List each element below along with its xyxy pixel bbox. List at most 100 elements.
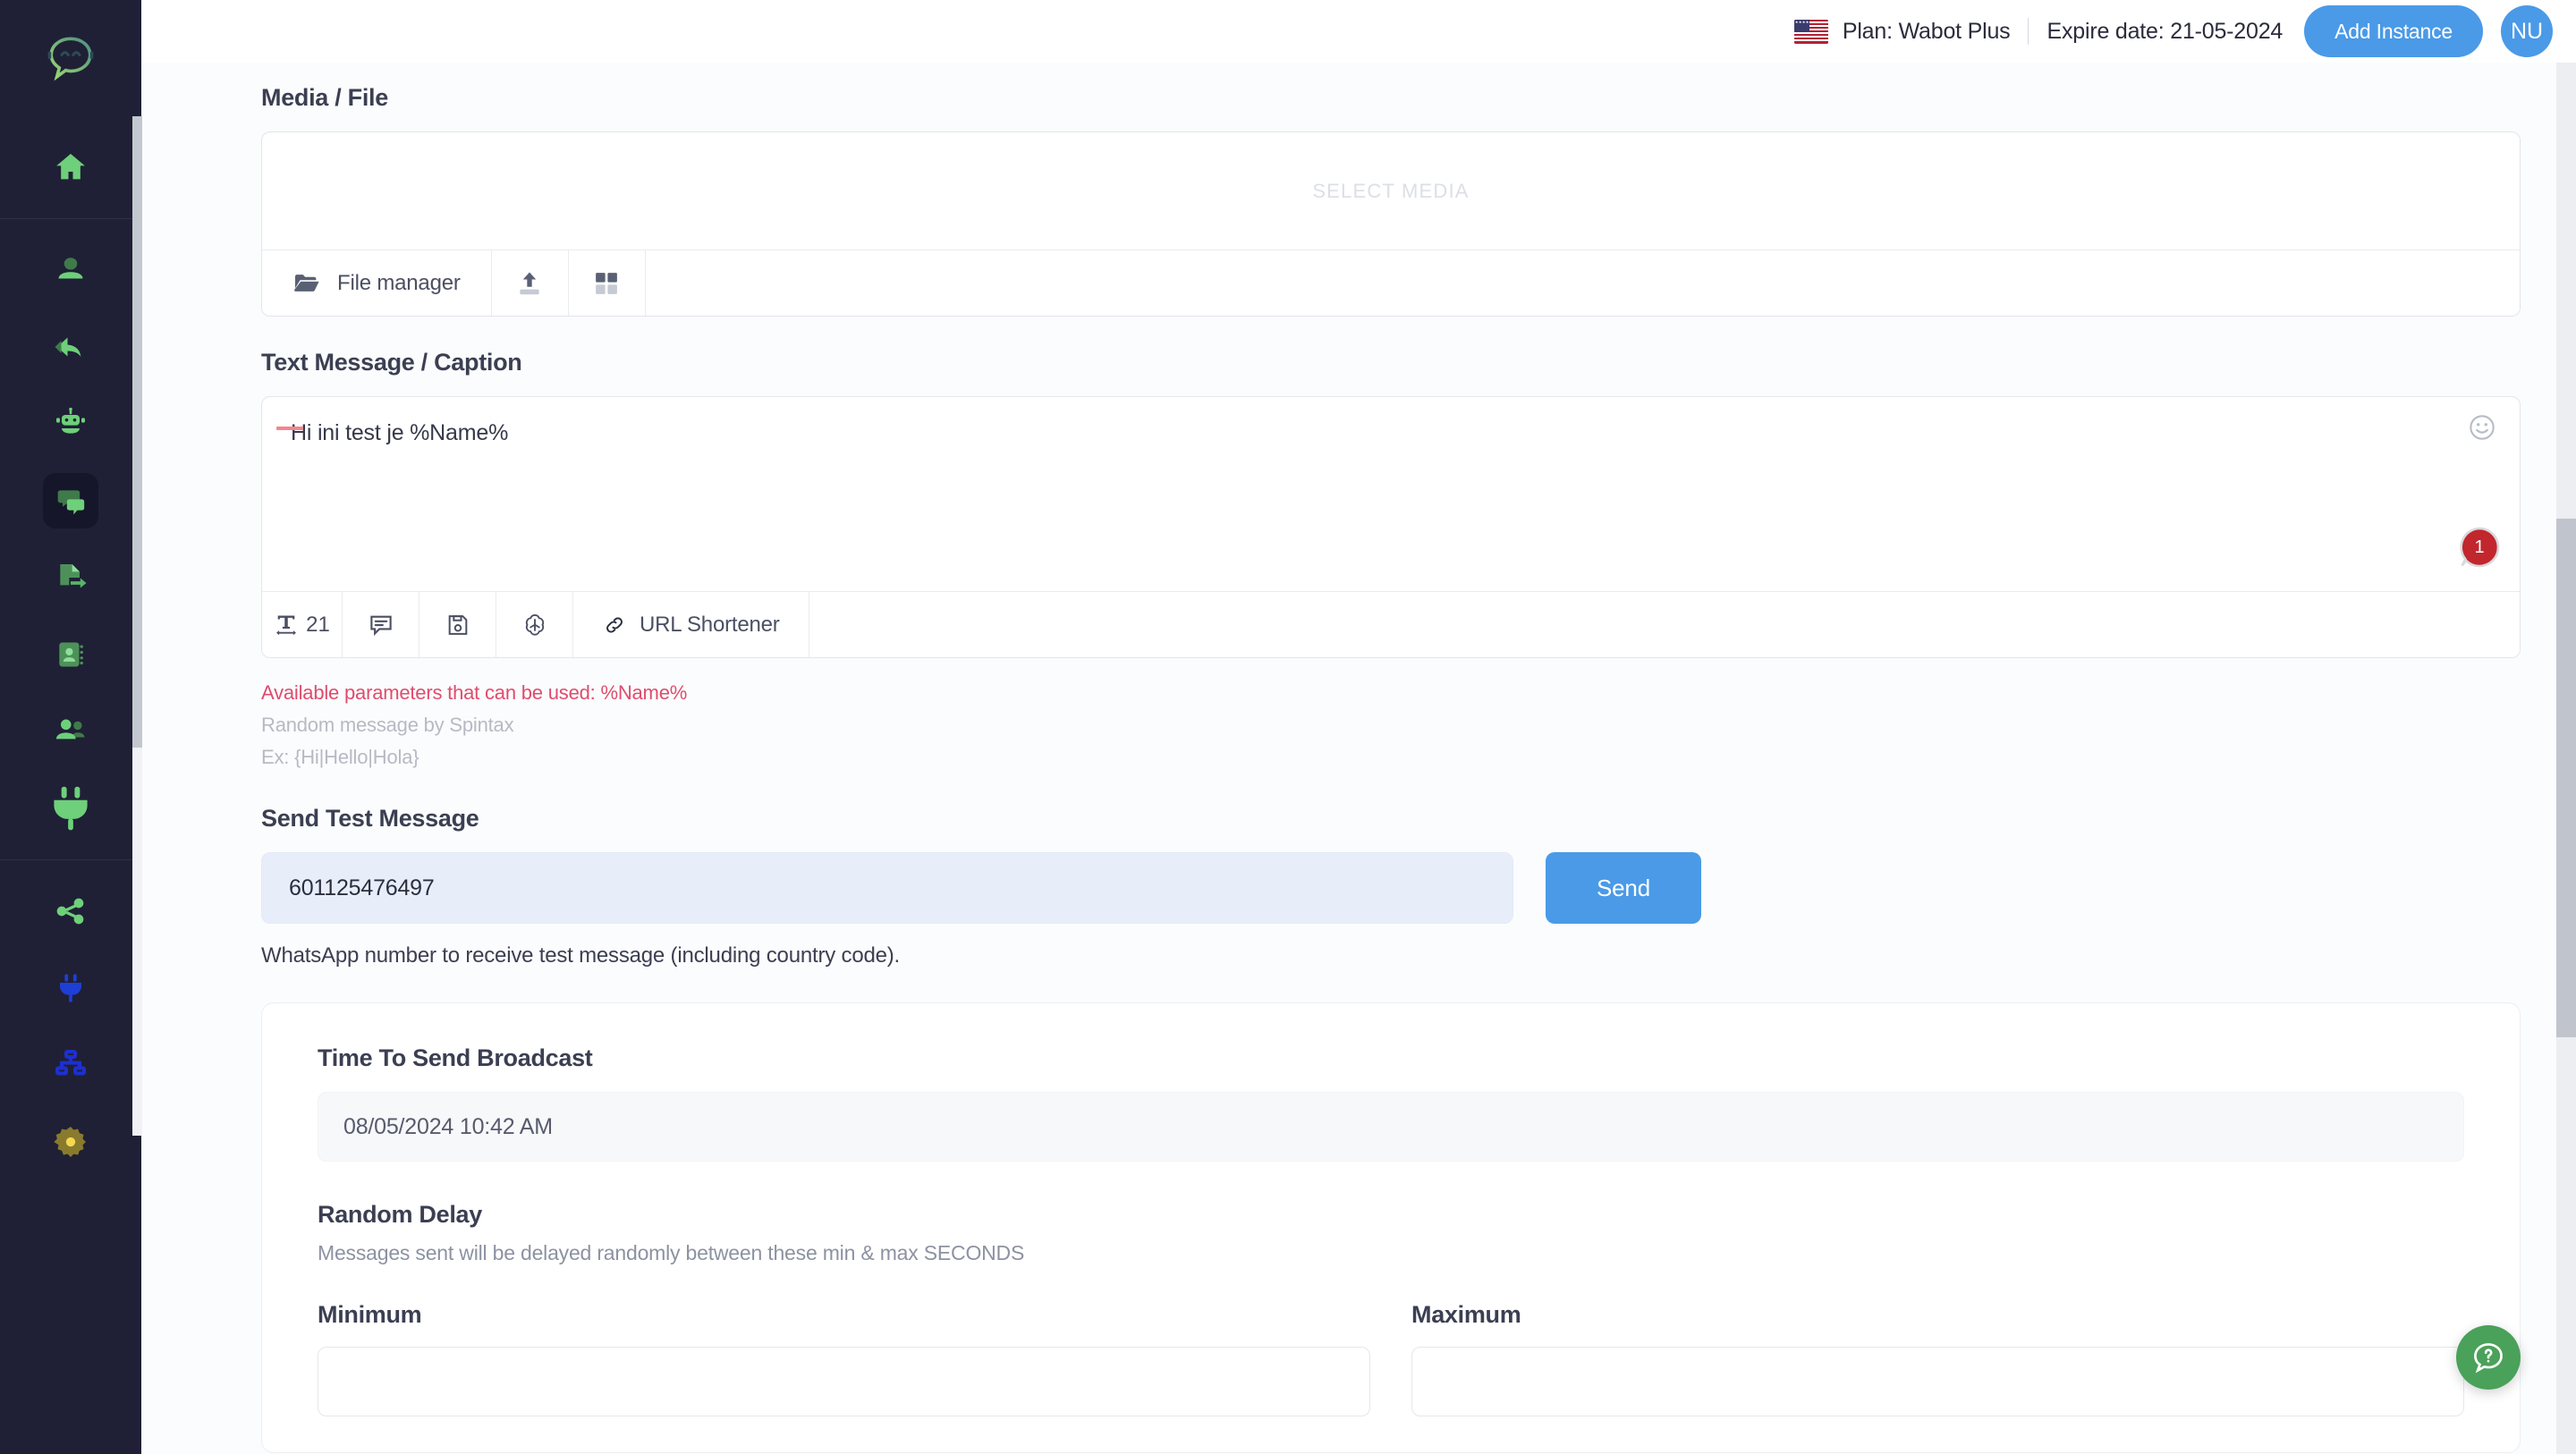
broadcast-settings-card: Time To Send Broadcast 08/05/2024 10:42 … bbox=[261, 1002, 2521, 1453]
share-nodes-icon bbox=[43, 883, 98, 939]
maximum-input[interactable] bbox=[1411, 1347, 2464, 1416]
select-media-placeholder[interactable]: SELECT MEDIA bbox=[262, 132, 2520, 250]
time-to-send-input[interactable]: 08/05/2024 10:42 AM bbox=[318, 1092, 2464, 1162]
minimum-label: Minimum bbox=[318, 1301, 422, 1328]
sidebar-item-sitemap[interactable] bbox=[0, 1027, 141, 1103]
expire-date-label: Expire date: 21-05-2024 bbox=[2046, 18, 2284, 44]
app-logo[interactable] bbox=[0, 0, 141, 116]
home-icon bbox=[43, 139, 98, 195]
file-manager-label: File manager bbox=[337, 270, 461, 295]
time-to-send-title: Time To Send Broadcast bbox=[318, 1044, 593, 1071]
minimum-field-group: Minimum bbox=[318, 1301, 1370, 1416]
gear-icon bbox=[43, 1114, 98, 1170]
robot-icon bbox=[43, 396, 98, 452]
add-instance-button[interactable]: Add Instance bbox=[2304, 5, 2483, 57]
reply-icon bbox=[43, 319, 98, 375]
plug-blue-icon bbox=[43, 960, 98, 1016]
grid-view-button[interactable] bbox=[568, 250, 646, 316]
message-toolbar: 21 URL Shortener bbox=[262, 592, 2520, 657]
media-section-title: Media / File bbox=[261, 84, 388, 111]
random-delay-title: Random Delay bbox=[318, 1201, 482, 1228]
message-box-icon bbox=[369, 615, 392, 636]
sidebar-item-chatbot[interactable] bbox=[0, 385, 141, 462]
badge-count: 1 bbox=[2474, 537, 2484, 557]
message-section-title: Text Message / Caption bbox=[261, 349, 522, 376]
url-shortener-label: URL Shortener bbox=[640, 612, 780, 637]
sidebar-item-auto-reply[interactable] bbox=[0, 309, 141, 385]
toolbar-spacer bbox=[809, 592, 2520, 657]
save-template-button[interactable] bbox=[419, 592, 496, 657]
contact-book-icon bbox=[43, 627, 98, 682]
char-count-button[interactable]: 21 bbox=[262, 592, 343, 657]
maximum-field-group: Maximum bbox=[1411, 1301, 2464, 1416]
header-separator bbox=[2028, 18, 2029, 45]
send-test-row: Send bbox=[261, 852, 2521, 924]
file-export-icon bbox=[43, 550, 98, 605]
folder-open-icon bbox=[294, 274, 319, 292]
send-test-button[interactable]: Send bbox=[1546, 852, 1701, 924]
upload-icon bbox=[520, 271, 539, 294]
chat-bubble-logo-icon bbox=[47, 37, 94, 81]
grid-icon bbox=[596, 272, 618, 294]
flag-canton: ★★★★★★ bbox=[1793, 19, 1809, 32]
min-max-row: Minimum Maximum bbox=[318, 1301, 2464, 1416]
file-manager-button[interactable]: File manager bbox=[262, 250, 492, 316]
left-sidebar bbox=[0, 0, 142, 1454]
maximum-label: Maximum bbox=[1411, 1301, 1521, 1328]
sidebar-nav bbox=[0, 116, 141, 1454]
sitemap-icon bbox=[43, 1037, 98, 1093]
floppy-save-icon bbox=[448, 614, 467, 635]
spellcheck-underline bbox=[276, 427, 303, 430]
message-editor: Hi ini test je %Name% 1 21 URL Shortener bbox=[261, 396, 2521, 658]
help-chat-button[interactable] bbox=[2456, 1325, 2521, 1390]
message-section: Text Message / Caption Hi ini test je %N… bbox=[261, 349, 2521, 769]
available-parameters-hint: Available parameters that can be used: %… bbox=[261, 681, 688, 704]
sidebar-group-main bbox=[0, 116, 141, 218]
time-to-send-value: 08/05/2024 10:42 AM bbox=[343, 1113, 553, 1139]
sidebar-item-integrations[interactable] bbox=[0, 770, 141, 847]
spintax-hint: Random message by Spintax bbox=[261, 714, 514, 736]
top-header: ★★★★★★ Plan: Wabot Plus Expire date: 21-… bbox=[141, 0, 2576, 63]
us-flag-icon: ★★★★★★ bbox=[1793, 19, 1828, 44]
sidebar-item-share[interactable] bbox=[0, 873, 141, 950]
sidebar-item-export[interactable] bbox=[0, 539, 141, 616]
main-scrollbar-thumb[interactable] bbox=[2556, 519, 2576, 1037]
message-text-value: Hi ini test je %Name% bbox=[291, 420, 509, 445]
message-textarea[interactable]: Hi ini test je %Name% 1 bbox=[262, 397, 2520, 592]
send-test-note: WhatsApp number to receive test message … bbox=[261, 943, 901, 968]
sidebar-group-system bbox=[0, 860, 141, 1193]
spintax-example-hint: Ex: {Hi|Hello|Hola} bbox=[261, 746, 419, 768]
sidebar-group-features bbox=[0, 219, 141, 859]
sidebar-item-groups[interactable] bbox=[0, 693, 141, 770]
test-number-input[interactable] bbox=[261, 852, 1513, 924]
random-delay-note: Messages sent will be delayed randomly b… bbox=[318, 1241, 1025, 1264]
text-width-icon bbox=[276, 615, 297, 635]
sidebar-scrollbar-thumb[interactable] bbox=[132, 116, 142, 748]
url-shortener-button[interactable]: URL Shortener bbox=[573, 592, 809, 657]
help-chat-icon bbox=[2474, 1343, 2503, 1374]
minimum-input[interactable] bbox=[318, 1347, 1370, 1416]
sidebar-item-broadcast[interactable] bbox=[0, 462, 141, 539]
plan-label: Plan: Wabot Plus bbox=[1842, 18, 2011, 44]
chats-icon bbox=[43, 473, 98, 528]
avatar[interactable]: NU bbox=[2501, 5, 2553, 57]
emoji-smiley-icon[interactable] bbox=[2468, 413, 2496, 442]
upload-button[interactable] bbox=[491, 250, 569, 316]
sidebar-item-settings[interactable] bbox=[0, 1103, 141, 1180]
group-users-icon bbox=[43, 704, 98, 759]
ai-assistant-button[interactable] bbox=[496, 592, 573, 657]
media-actions-bar: File manager bbox=[262, 250, 2520, 316]
plug-icon bbox=[54, 786, 88, 831]
media-picker: SELECT MEDIA File manager bbox=[261, 131, 2521, 317]
sidebar-item-profile[interactable] bbox=[0, 232, 141, 309]
link-icon bbox=[606, 616, 623, 633]
comment-template-button[interactable] bbox=[343, 592, 419, 657]
user-icon bbox=[43, 242, 98, 298]
sidebar-item-home[interactable] bbox=[0, 129, 141, 206]
media-actions-spacer bbox=[645, 250, 2520, 316]
sidebar-item-api[interactable] bbox=[0, 950, 141, 1027]
send-test-title: Send Test Message bbox=[261, 805, 479, 832]
sidebar-item-contacts[interactable] bbox=[0, 616, 141, 693]
status-badge[interactable]: 1 bbox=[2459, 527, 2500, 568]
openai-icon bbox=[525, 613, 544, 636]
